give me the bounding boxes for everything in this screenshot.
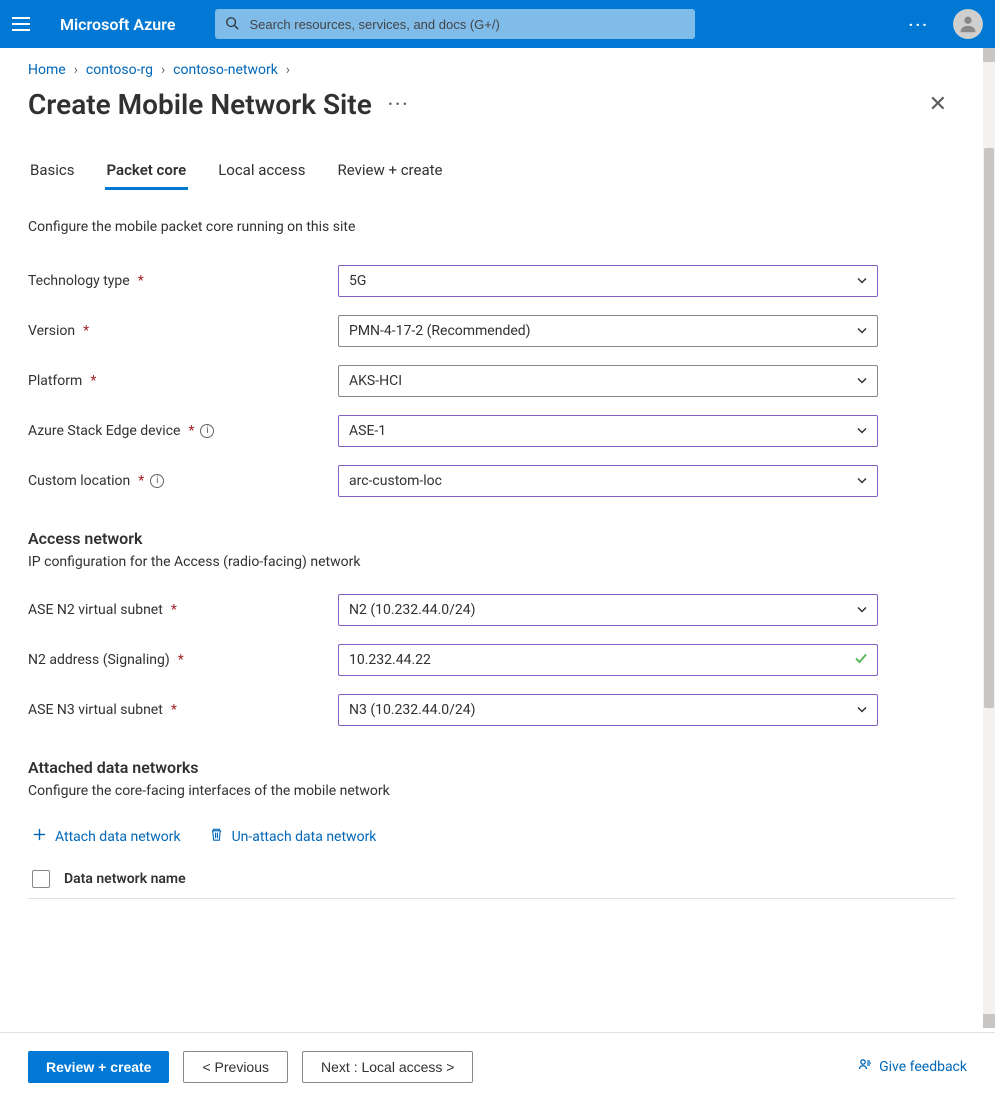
- search-icon: [225, 15, 239, 34]
- tab-review-create[interactable]: Review + create: [336, 161, 445, 190]
- section-access-network-title: Access network: [28, 529, 955, 548]
- label-n2-address: N2 address (Signaling)*: [28, 652, 338, 668]
- global-search[interactable]: [215, 9, 695, 39]
- unattach-data-network-button[interactable]: Un-attach data network: [209, 827, 377, 846]
- label-ase-device: Azure Stack Edge device* i: [28, 423, 338, 439]
- menu-icon[interactable]: [12, 12, 36, 36]
- breadcrumb: Home › contoso-rg › contoso-network ›: [28, 62, 955, 78]
- close-icon[interactable]: ✕: [921, 88, 955, 121]
- page-title: Create Mobile Network Site ···: [28, 88, 410, 121]
- section-attached-title: Attached data networks: [28, 758, 955, 777]
- breadcrumb-home[interactable]: Home: [28, 62, 66, 78]
- check-icon: [854, 651, 868, 670]
- search-input[interactable]: [247, 16, 685, 33]
- main-content: Home › contoso-rg › contoso-network › Cr…: [0, 48, 983, 939]
- select-ase-device[interactable]: ASE-1: [338, 415, 878, 447]
- breadcrumb-rg[interactable]: contoso-rg: [86, 62, 153, 78]
- previous-button[interactable]: < Previous: [183, 1051, 288, 1083]
- section-access-network-subtitle: IP configuration for the Access (radio-f…: [28, 554, 955, 570]
- plus-icon: [32, 827, 47, 846]
- label-n2-subnet: ASE N2 virtual subnet*: [28, 602, 338, 618]
- tab-local-access[interactable]: Local access: [216, 161, 307, 190]
- scrollbar[interactable]: [983, 48, 995, 1028]
- chevron-right-icon: ›: [74, 62, 78, 78]
- give-feedback-link[interactable]: Give feedback: [857, 1057, 967, 1077]
- select-all-checkbox[interactable]: [32, 870, 50, 888]
- select-n3-subnet[interactable]: N3 (10.232.44.0/24): [338, 694, 878, 726]
- label-tech-type: Technology type*: [28, 273, 338, 289]
- input-n2-address[interactable]: 10.232.44.22: [338, 644, 878, 676]
- section-attached-subtitle: Configure the core-facing interfaces of …: [28, 783, 955, 799]
- brand-label: Microsoft Azure: [60, 15, 175, 34]
- label-platform: Platform*: [28, 373, 338, 389]
- chevron-right-icon: ›: [161, 62, 165, 78]
- tab-basics[interactable]: Basics: [28, 161, 77, 190]
- feedback-icon: [857, 1057, 873, 1077]
- data-network-table-header: Data network name: [28, 864, 955, 899]
- breadcrumb-network[interactable]: contoso-network: [173, 62, 278, 78]
- select-custom-location[interactable]: arc-custom-loc: [338, 465, 878, 497]
- info-icon[interactable]: i: [200, 424, 214, 438]
- footer: Review + create < Previous Next : Local …: [0, 1032, 995, 1100]
- select-version[interactable]: PMN-4-17-2 (Recommended): [338, 315, 878, 347]
- review-create-button[interactable]: Review + create: [28, 1051, 169, 1083]
- attach-data-network-button[interactable]: Attach data network: [32, 827, 181, 846]
- topbar: Microsoft Azure ···: [0, 0, 995, 48]
- label-custom-location: Custom location* i: [28, 473, 338, 489]
- avatar[interactable]: [953, 9, 983, 39]
- select-n2-subnet[interactable]: N2 (10.232.44.0/24): [338, 594, 878, 626]
- col-data-network-name: Data network name: [64, 871, 186, 887]
- more-icon[interactable]: ···: [901, 11, 937, 38]
- info-icon[interactable]: i: [150, 474, 164, 488]
- label-n3-subnet: ASE N3 virtual subnet*: [28, 702, 338, 718]
- tab-packet-core[interactable]: Packet core: [105, 161, 189, 190]
- next-button[interactable]: Next : Local access >: [302, 1051, 473, 1083]
- intro-text: Configure the mobile packet core running…: [28, 219, 955, 235]
- trash-icon: [209, 827, 224, 846]
- title-more-icon[interactable]: ···: [388, 94, 410, 115]
- chevron-right-icon: ›: [286, 62, 290, 78]
- label-version: Version*: [28, 323, 338, 339]
- tabs: Basics Packet core Local access Review +…: [28, 161, 955, 191]
- select-platform[interactable]: AKS-HCI: [338, 365, 878, 397]
- select-tech-type[interactable]: 5G: [338, 265, 878, 297]
